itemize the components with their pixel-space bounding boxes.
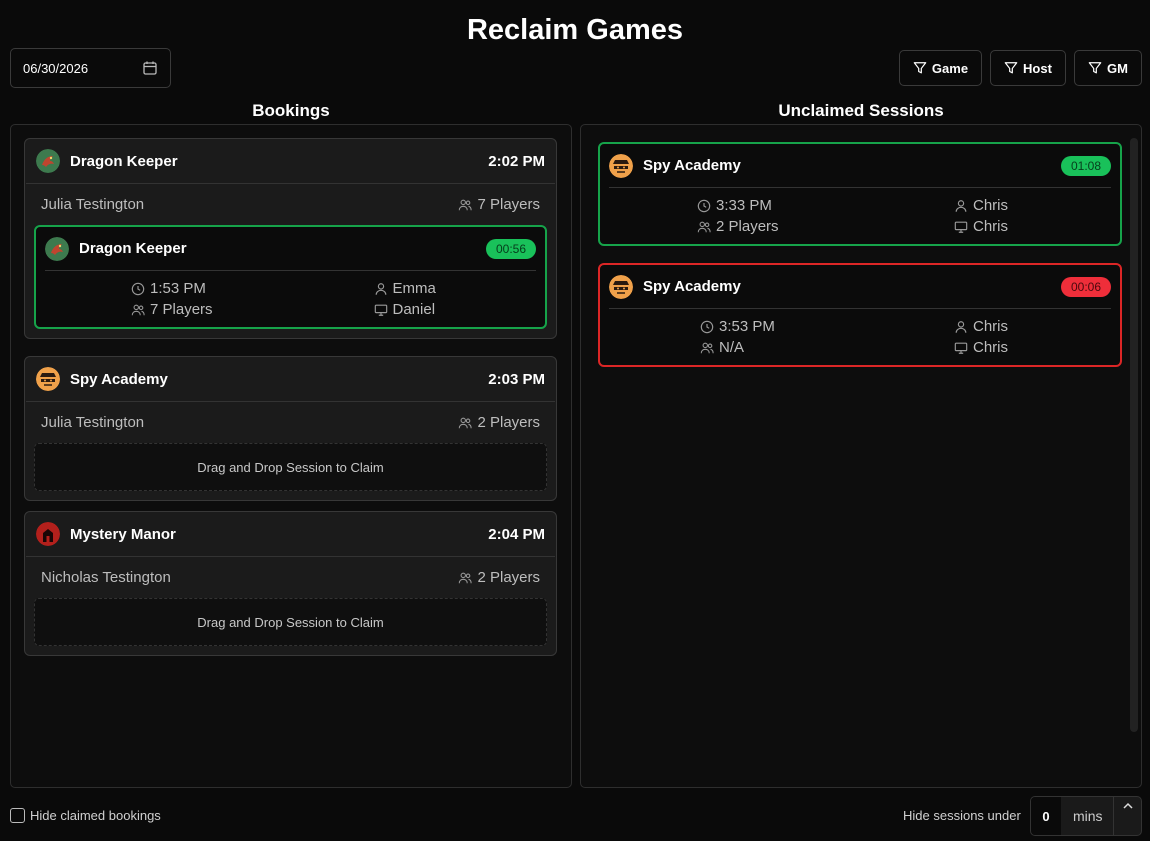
session-players: 2 Players <box>716 218 779 235</box>
players-icon <box>459 417 473 428</box>
booking-time: 2:03 PM <box>488 370 545 388</box>
session-drop-zone[interactable]: Drag and Drop Session to Claim <box>34 598 547 646</box>
session-timer-badge: 00:56 <box>485 238 536 259</box>
booking-game-name: Dragon Keeper <box>70 152 178 170</box>
booking-card[interactable]: Mystery Manor 2:04 PM Nicholas Testingto… <box>24 511 557 656</box>
booking-players: 2 Players <box>477 569 540 586</box>
unclaimed-heading: Unclaimed Sessions <box>778 101 944 120</box>
bookings-panel: Dragon Keeper 2:02 PM Julia Testington 7… <box>10 124 572 788</box>
unclaimed-session-card[interactable]: Spy Academy 01:08 3:33 PM Chris 2 Player… <box>598 142 1122 246</box>
chevron-up-icon <box>1122 802 1133 809</box>
session-time: 3:53 PM <box>719 318 775 335</box>
spy-game-icon <box>609 274 633 299</box>
host-icon <box>955 320 967 333</box>
players-icon <box>697 221 711 232</box>
booking-game-name: Spy Academy <box>70 370 168 388</box>
filter-icon <box>913 62 927 74</box>
session-game-name: Dragon Keeper <box>79 240 187 257</box>
filter-game-button[interactable]: Game <box>899 50 982 86</box>
session-gm: Chris <box>973 339 1009 356</box>
booking-card[interactable]: Dragon Keeper 2:02 PM Julia Testington 7… <box>24 138 557 339</box>
players-icon <box>700 342 714 353</box>
session-game-name: Spy Academy <box>643 157 741 174</box>
hide-claimed-toggle[interactable]: Hide claimed bookings <box>10 808 161 823</box>
filter-host-label: Host <box>1023 60 1052 76</box>
hide-sessions-label: Hide sessions under <box>903 808 1021 823</box>
session-time: 1:53 PM <box>150 280 206 297</box>
session-timer-badge: 00:06 <box>1060 276 1111 297</box>
mins-unit-label: mins <box>1073 808 1103 824</box>
booking-time: 2:04 PM <box>488 525 545 543</box>
filter-gm-button[interactable]: GM <box>1074 50 1142 86</box>
players-icon <box>131 304 145 315</box>
players-icon <box>459 199 473 210</box>
gm-monitor-icon <box>374 304 387 316</box>
session-host: Chris <box>973 318 1009 335</box>
session-players: 7 Players <box>150 301 213 318</box>
filter-host-button[interactable]: Host <box>990 50 1066 86</box>
calendar-icon[interactable] <box>142 60 158 76</box>
players-icon <box>459 572 473 583</box>
booking-customer: Julia Testington <box>41 414 145 431</box>
booking-card[interactable]: Spy Academy 2:03 PM Julia Testington 2 P… <box>24 356 557 501</box>
bookings-heading: Bookings <box>252 101 330 120</box>
mins-input[interactable]: 0 <box>1031 797 1061 835</box>
session-time: 3:33 PM <box>716 197 772 214</box>
unclaimed-session-card[interactable]: Spy Academy 00:06 3:53 PM Chris N/A Chri… <box>598 263 1122 367</box>
dragon-game-icon <box>36 149 60 173</box>
mins-stepper[interactable]: 0 mins <box>1030 796 1142 836</box>
unclaimed-panel: Spy Academy 01:08 3:33 PM Chris 2 Player… <box>580 124 1142 788</box>
booking-players: 7 Players <box>477 196 540 213</box>
filter-game-label: Game <box>931 60 969 76</box>
session-timer-badge: 01:08 <box>1060 155 1111 176</box>
filter-gm-label: GM <box>1107 60 1128 76</box>
manor-game-icon <box>36 522 60 546</box>
hide-claimed-checkbox[interactable] <box>10 808 25 823</box>
date-value: 06/30/2026 <box>23 60 89 76</box>
hide-claimed-label: Hide claimed bookings <box>30 808 161 823</box>
dragon-game-icon <box>45 236 69 261</box>
spy-game-icon <box>609 153 633 178</box>
clock-icon <box>697 199 711 212</box>
spy-game-icon <box>36 367 60 391</box>
session-gm: Chris <box>973 218 1009 235</box>
filter-icon <box>1004 62 1018 74</box>
clock-icon <box>700 320 714 333</box>
page-title: Reclaim Games <box>466 14 683 46</box>
claimed-session-card[interactable]: Dragon Keeper 00:56 1:53 PM Emma 7 Playe… <box>34 225 547 329</box>
unclaimed-scrollbar[interactable] <box>1130 138 1138 732</box>
booking-customer: Nicholas Testington <box>41 569 171 586</box>
increment-button[interactable] <box>1113 797 1141 835</box>
booking-game-name: Mystery Manor <box>70 525 176 543</box>
clock-icon <box>131 282 145 295</box>
host-icon <box>375 282 386 295</box>
booking-time: 2:02 PM <box>488 152 545 170</box>
session-gm: Daniel <box>392 301 436 318</box>
session-host: Emma <box>392 280 436 297</box>
session-players: N/A <box>719 339 745 356</box>
booking-players: 2 Players <box>477 414 540 431</box>
session-drop-zone[interactable]: Drag and Drop Session to Claim <box>34 443 547 491</box>
gm-monitor-icon <box>954 342 968 354</box>
session-host: Chris <box>973 197 1009 214</box>
host-icon <box>955 199 967 212</box>
filter-icon <box>1088 62 1102 74</box>
gm-monitor-icon <box>954 221 968 233</box>
session-game-name: Spy Academy <box>643 278 741 295</box>
booking-customer: Julia Testington <box>41 196 145 213</box>
date-picker[interactable]: 06/30/2026 <box>10 48 171 88</box>
